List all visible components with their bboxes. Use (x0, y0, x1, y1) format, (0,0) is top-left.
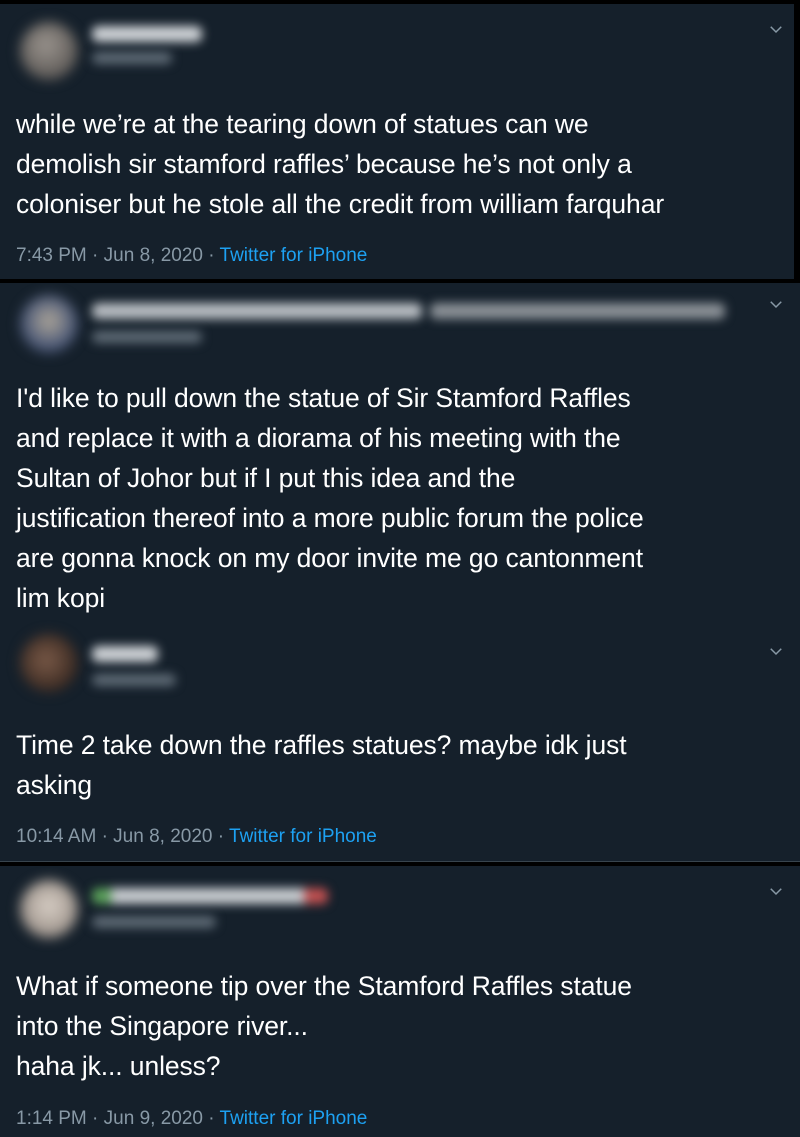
tweet-date[interactable]: Jun 8, 2020 (104, 245, 203, 266)
tweet-source-link[interactable]: Twitter for iPhone (220, 1108, 368, 1129)
tweet-text: What if someone tip over the Stamford Ra… (16, 966, 632, 1086)
avatar[interactable] (20, 634, 78, 692)
display-name[interactable] (92, 888, 328, 904)
tweet-meta: 1:14 PM · Jun 9, 2020 · Twitter for iPho… (16, 1107, 367, 1131)
tweet-text-line: while we’re at the tearing down of statu… (16, 109, 589, 139)
tweet-text: while we’re at the tearing down of statu… (16, 104, 664, 224)
avatar[interactable] (20, 880, 78, 938)
chevron-down-icon[interactable] (766, 20, 786, 40)
tweet-text-line: are gonna knock on my door invite me go … (16, 543, 643, 573)
tweet-time[interactable]: 1:14 PM (16, 1108, 87, 1129)
tweet-meta: 7:43 PM · Jun 8, 2020 · Twitter for iPho… (16, 244, 367, 268)
tweet-time[interactable]: 7:43 PM (16, 245, 87, 266)
tweet-text: I'd like to pull down the statue of Sir … (16, 378, 644, 618)
tweet-source-link[interactable]: Twitter for iPhone (229, 826, 377, 847)
tweet-source-link[interactable]: Twitter for iPhone (220, 245, 368, 266)
display-name[interactable] (92, 303, 422, 319)
display-name[interactable] (92, 646, 158, 662)
tweet-meta: 10:14 AM · Jun 8, 2020 · Twitter for iPh… (16, 825, 377, 849)
tweet-date[interactable]: Jun 8, 2020 (113, 826, 212, 847)
display-name[interactable] (92, 26, 202, 42)
meta-separator: · (92, 1108, 99, 1129)
tweet-text-line: and replace it with a diorama of his mee… (16, 423, 621, 453)
chevron-down-icon[interactable] (766, 295, 786, 315)
meta-separator: · (92, 245, 99, 266)
chevron-down-icon[interactable] (766, 882, 786, 902)
username[interactable] (92, 331, 202, 343)
username[interactable] (92, 916, 216, 928)
meta-separator: · (101, 826, 108, 847)
tweet-time[interactable]: 10:14 AM (16, 826, 96, 847)
tweet-text-line: lim kopi (16, 583, 106, 613)
tweet-text: Time 2 take down the raffles statues? ma… (16, 725, 627, 805)
avatar[interactable] (20, 22, 78, 80)
meta-separator: · (208, 245, 215, 266)
tweet-text-line: coloniser but he stole all the credit fr… (16, 189, 665, 219)
username[interactable] (92, 52, 172, 64)
tweet-divider (0, 861, 800, 862)
tweet-text-line: asking (16, 770, 93, 800)
avatar[interactable] (20, 295, 78, 353)
chevron-down-icon[interactable] (766, 642, 786, 662)
meta-separator: · (217, 826, 225, 847)
tweet-text-line: Sultan of Johor but if I put this idea a… (16, 463, 516, 493)
tweet-text-line: What if someone tip over the Stamford Ra… (16, 971, 632, 1001)
tweet-text-line: I'd like to pull down the statue of Sir … (16, 383, 631, 413)
tweet-card[interactable]: while we’re at the tearing down of statu… (0, 4, 794, 279)
username[interactable] (92, 674, 176, 686)
tweet-text-line: justification thereof into a more public… (16, 503, 644, 533)
display-name-badge (430, 303, 725, 319)
tweet-text-line: demolish sir stamford raffles’ because h… (16, 149, 632, 179)
tweet-text-line: haha jk... unless? (16, 1051, 221, 1081)
tweet-text-line: Time 2 take down the raffles statues? ma… (16, 730, 627, 760)
tweet-card[interactable]: Time 2 take down the raffles statues? ma… (0, 620, 800, 862)
meta-separator: · (208, 1108, 215, 1129)
tweet-card[interactable]: I'd like to pull down the statue of Sir … (0, 283, 800, 620)
tweet-date[interactable]: Jun 9, 2020 (104, 1108, 203, 1129)
tweet-text-line: into the Singapore river... (16, 1011, 308, 1041)
tweet-card[interactable]: What if someone tip over the Stamford Ra… (0, 866, 800, 1137)
